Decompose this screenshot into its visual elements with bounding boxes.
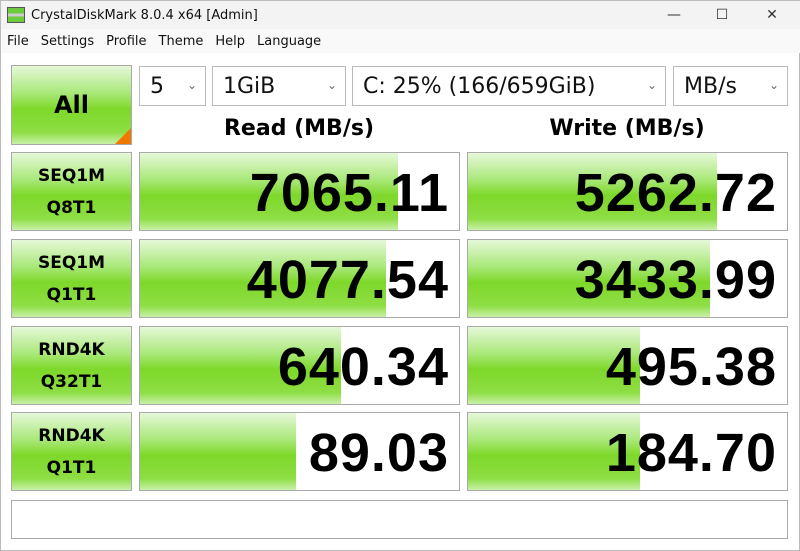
read-header: Read (MB/s) (223, 116, 374, 141)
chevron-down-icon: ⌄ (326, 78, 337, 92)
menu-language[interactable]: Language (251, 34, 327, 49)
test-name: SEQ1M (37, 165, 106, 186)
drive-value: C: 25% (166/659GiB) (363, 73, 596, 99)
write-result: 184.70 (467, 412, 788, 491)
test-name: SEQ1M (37, 252, 106, 273)
write-value: 495.38 (605, 336, 777, 397)
test-button[interactable]: SEQ1M Q1T1 (11, 239, 132, 318)
write-result: 495.38 (467, 326, 788, 405)
size-select[interactable]: 1GiB ⌄ (212, 66, 346, 106)
minimize-button[interactable]: — (651, 1, 697, 29)
menu-file[interactable]: File (1, 34, 35, 49)
status-bar (11, 500, 788, 539)
write-result: 5262.72 (467, 152, 788, 231)
app-icon (7, 7, 25, 23)
read-value: 89.03 (308, 422, 449, 483)
unit-select[interactable]: MB/s ⌄ (673, 66, 788, 106)
read-value: 7065.11 (249, 162, 449, 223)
menu-help[interactable]: Help (209, 34, 251, 49)
read-value: 640.34 (277, 336, 449, 397)
test-name: RND4K (38, 339, 105, 360)
menu-profile[interactable]: Profile (100, 34, 152, 49)
all-button[interactable]: All (11, 65, 132, 145)
read-result: 4077.54 (139, 239, 460, 318)
write-value: 3433.99 (574, 249, 777, 310)
read-result: 7065.11 (139, 152, 460, 231)
test-name: RND4K (38, 425, 105, 446)
write-value: 5262.72 (574, 162, 777, 223)
test-button[interactable]: RND4K Q32T1 (11, 326, 132, 405)
menu-theme[interactable]: Theme (153, 34, 210, 49)
menu-bar: File Settings Profile Theme Help Languag… (1, 29, 800, 53)
write-header: Write (MB/s) (549, 116, 705, 141)
read-result: 89.03 (139, 412, 460, 491)
test-button[interactable]: SEQ1M Q8T1 (11, 152, 132, 231)
test-params: Q32T1 (40, 371, 103, 392)
corner-marker (115, 128, 131, 144)
window-title: CrystalDiskMark 8.0.4 x64 [Admin] (31, 7, 258, 23)
read-result: 640.34 (139, 326, 460, 405)
chevron-down-icon: ⌄ (186, 78, 197, 92)
maximize-button[interactable]: ☐ (699, 1, 745, 29)
all-label: All (53, 91, 90, 119)
chevron-down-icon: ⌄ (646, 78, 657, 92)
test-params: Q1T1 (46, 457, 97, 478)
read-bar (140, 413, 297, 490)
count-value: 5 (150, 73, 164, 99)
count-select[interactable]: 5 ⌄ (139, 66, 206, 106)
chevron-down-icon: ⌄ (768, 78, 779, 92)
close-button[interactable]: ✕ (749, 1, 795, 29)
test-button[interactable]: RND4K Q1T1 (11, 412, 132, 491)
unit-value: MB/s (684, 73, 737, 99)
drive-select[interactable]: C: 25% (166/659GiB) ⌄ (352, 66, 666, 106)
size-value: 1GiB (223, 73, 276, 99)
title-bar: CrystalDiskMark 8.0.4 x64 [Admin] — ☐ ✕ (1, 1, 800, 29)
test-params: Q8T1 (46, 197, 97, 218)
menu-settings[interactable]: Settings (35, 34, 100, 49)
read-value: 4077.54 (246, 249, 449, 310)
test-params: Q1T1 (46, 284, 97, 305)
write-result: 3433.99 (467, 239, 788, 318)
write-value: 184.70 (605, 422, 777, 483)
